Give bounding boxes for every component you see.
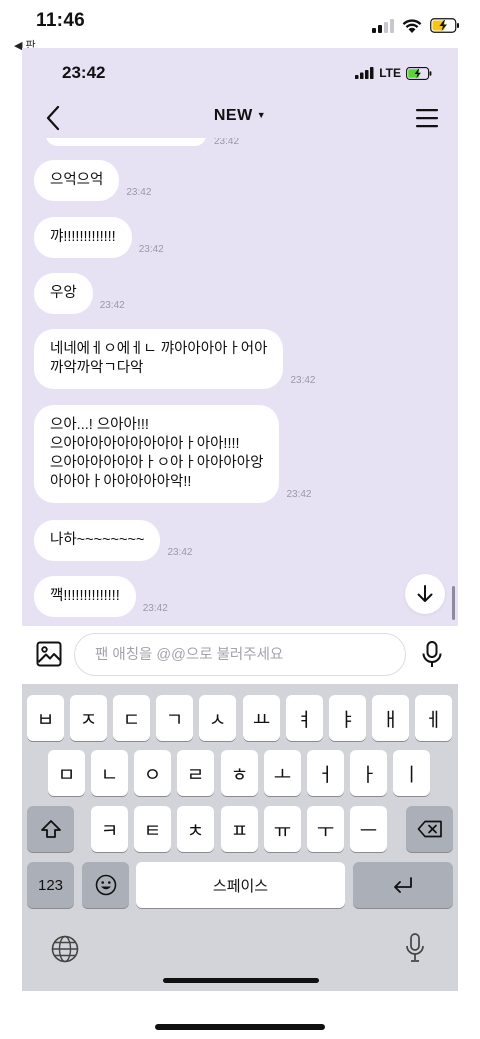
message-row: 깩!!!!!!!!!!!!!! 23:42 [34,576,168,617]
key-ㅇ[interactable]: ㅇ [134,750,171,796]
key-ㅋ[interactable]: ㅋ [91,806,128,852]
message-bubble[interactable]: 깩!!!!!!!!!!!!!! [34,576,136,617]
message-bubble[interactable]: 꺄!!!!!!!!!!!!! [34,217,132,258]
key-ㅎ[interactable]: ㅎ [221,750,258,796]
key-ㅂ[interactable]: ㅂ [27,695,64,741]
key-ㄴ[interactable]: ㄴ [91,750,128,796]
message-bubble[interactable]: 으억으억 [34,160,120,201]
microphone-icon [422,641,442,667]
message-time: 23:42 [214,138,240,147]
keyboard: ㅂ ㅈ ㄷ ㄱ ㅅ ㅛ ㅕ ㅑ ㅐ ㅔ ㅁ ㄴ ㅇ ㄹ ㅎ ㅗ ㅓ ㅏ ㅣ ㅋ … [22,684,458,991]
message-time: 23:42 [99,300,125,311]
key-ㅕ[interactable]: ㅕ [286,695,323,741]
message-time: 23:42 [138,244,164,255]
message-time: 23:42 [167,547,193,558]
shift-key[interactable] [27,806,74,852]
voice-input-button[interactable] [420,640,444,670]
message-row: 네네에ㅔㅇ에ㅔㄴ 꺄아아아아ㅏ어아 까악까악ㄱ다악 23:42 [34,329,316,389]
arrow-down-icon [417,585,433,602]
message-bubble[interactable]: 으아...! 으아아!!! 으아아아아아아아아아ㅏ아아!!!! 으아아아아아아ㅏ… [34,405,280,503]
caret-down-icon: ▼ [256,110,267,120]
chat-title: NEW [213,107,253,124]
message-bubble[interactable]: 네네에ㅔㅇ에ㅔㄴ 꺄아아아아ㅏ어아 까악까악ㄱ다악 [34,329,284,389]
key-ㅣ[interactable]: ㅣ [393,750,430,796]
cellular-signal-icon [355,67,374,79]
message-row: 으억으억 23:42 [34,160,151,201]
delete-key[interactable] [406,806,453,852]
message-time: 23:42 [290,375,316,386]
message-row: 나하~~~~~~~~ 23:42 [34,520,192,561]
key-ㅓ[interactable]: ㅓ [307,750,344,796]
scrollbar[interactable] [452,586,455,620]
key-ㅐ[interactable]: ㅐ [372,695,409,741]
delete-icon [417,820,442,838]
message-row: 꺄!!!!!!!!!!!!! 23:42 [34,217,164,258]
message-time: 23:42 [126,187,152,198]
inner-status-bar: 23:42 LTE [22,48,458,98]
message-list[interactable]: 23:42 으억으억 23:42 꺄!!!!!!!!!!!!! 23:42 우앙… [22,138,458,626]
key-ㅁ[interactable]: ㅁ [48,750,85,796]
key-ㅍ[interactable]: ㅍ [221,806,258,852]
inner-status-icons: LTE [355,66,432,80]
return-key[interactable] [353,862,453,908]
key-ㅌ[interactable]: ㅌ [134,806,171,852]
globe-key[interactable] [50,934,80,964]
chat-title-dropdown[interactable]: NEW ▼ [22,107,458,125]
app-screenshot: 23:42 LTE NEW ▼ 23:42 으억으억 23:42 꺄!!!!!!… [22,48,458,991]
battery-charging-icon [430,18,459,33]
message-row: 우앙 23:42 [34,273,125,314]
partial-message-bubble [46,138,206,146]
key-ㅅ[interactable]: ㅅ [199,695,236,741]
home-indicator [155,1024,325,1030]
message-bubble[interactable]: 나하~~~~~~~~ [34,520,161,561]
menu-button[interactable] [416,106,438,130]
outer-status-bar: 11:46 ◀ 판 [0,0,480,52]
scroll-to-bottom-button[interactable] [405,574,445,614]
network-type-label: LTE [379,66,401,80]
key-ㄱ[interactable]: ㄱ [156,695,193,741]
message-time: 23:42 [142,603,168,614]
message-time: 23:42 [286,489,312,500]
chat-header: NEW ▼ [22,98,458,138]
key-ㄹ[interactable]: ㄹ [177,750,214,796]
message-bubble[interactable]: 우앙 [34,273,93,314]
key-ㅡ[interactable]: ㅡ [350,806,387,852]
key-ㅊ[interactable]: ㅊ [177,806,214,852]
battery-charging-icon [406,66,432,80]
message-input[interactable] [74,633,406,676]
home-indicator [163,978,319,983]
key-ㅗ[interactable]: ㅗ [264,750,301,796]
hamburger-menu-icon [416,109,438,128]
numbers-key[interactable]: 123 [27,862,74,908]
return-icon [394,877,412,893]
microphone-icon [406,933,424,962]
message-row: 으아...! 으아아!!! 으아아아아아아아아아ㅏ아아!!!! 으아아아아아아ㅏ… [34,405,311,503]
dictation-key[interactable] [404,932,426,964]
key-ㅏ[interactable]: ㅏ [350,750,387,796]
globe-icon [51,935,79,963]
key-ㅠ[interactable]: ㅠ [264,806,301,852]
key-ㅑ[interactable]: ㅑ [329,695,366,741]
cellular-signal-icon [372,18,394,33]
key-ㅈ[interactable]: ㅈ [70,695,107,741]
image-icon [36,641,62,667]
key-ㅜ[interactable]: ㅜ [307,806,344,852]
emoji-key[interactable] [82,862,129,908]
wifi-icon [402,18,422,33]
outer-status-time: 11:46 [36,10,86,31]
outer-status-icons [372,18,460,33]
inner-status-time: 23:42 [62,63,106,82]
space-key[interactable]: 스페이스 [136,862,345,908]
message-composer [22,626,458,684]
emoji-icon [95,874,116,896]
attach-image-button[interactable] [36,641,62,667]
key-ㄷ[interactable]: ㄷ [113,695,150,741]
key-ㅔ[interactable]: ㅔ [415,695,452,741]
shift-icon [40,820,61,838]
key-ㅛ[interactable]: ㅛ [243,695,280,741]
